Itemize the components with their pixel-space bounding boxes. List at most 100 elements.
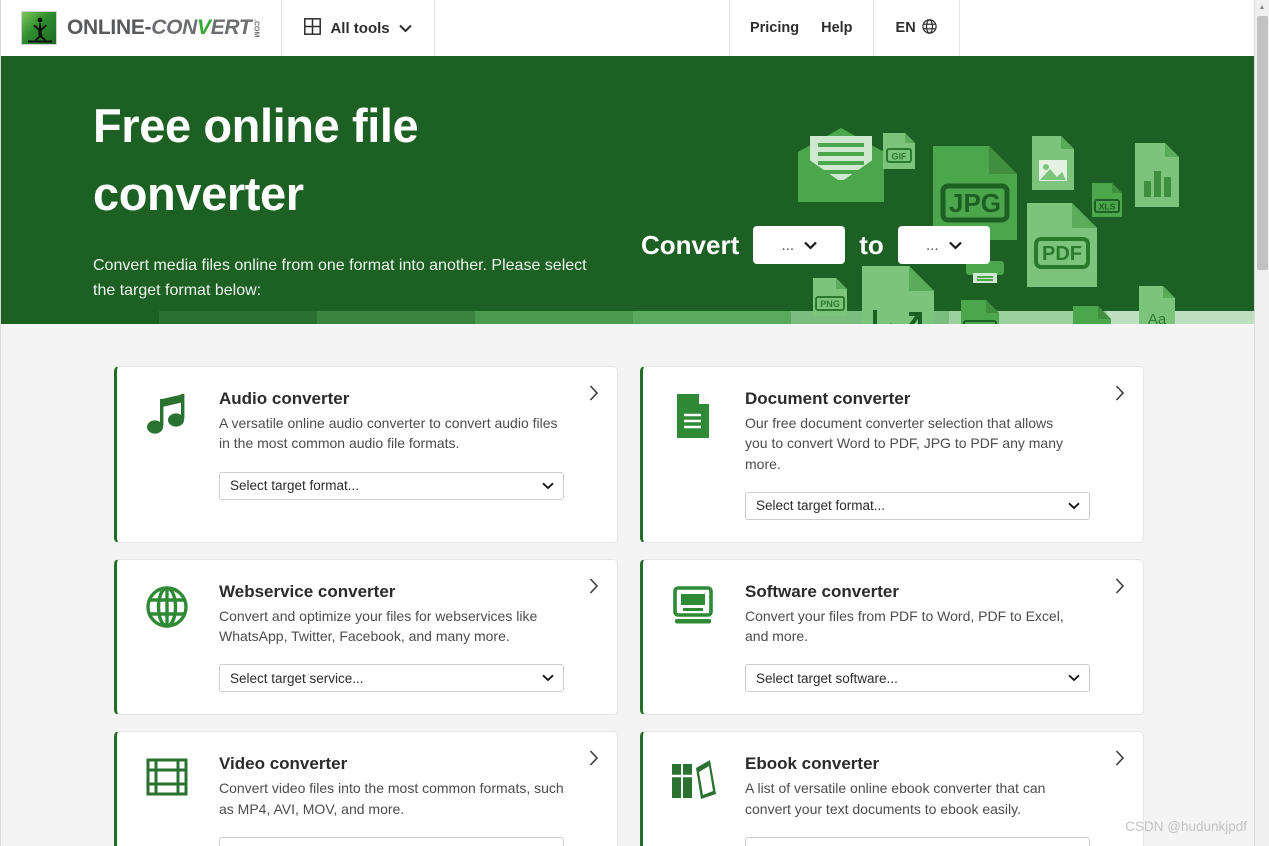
file-pdf-icon: PDF — [1027, 203, 1097, 287]
select-value: Select target service... — [230, 670, 364, 686]
header-links: Pricing Help — [728, 0, 874, 56]
card-title: Software converter — [745, 581, 899, 601]
pricing-link[interactable]: Pricing — [750, 20, 799, 36]
hero-inner: GIF JPG XLS PDF PNG DOCX TIFF Aa Free on… — [1, 56, 1254, 324]
card-body: Document converter Our free document con… — [745, 389, 1121, 520]
card-title: Webservice converter — [219, 581, 396, 601]
card-title: Ebook converter — [745, 754, 880, 774]
chevron-right-icon — [589, 385, 599, 406]
chevron-right-icon — [1115, 385, 1125, 406]
all-tools-label: All tools — [330, 19, 390, 37]
film-strip-icon — [141, 754, 193, 846]
site-header: ONLINE- CON V ERT .COM All tools Pricing Hel… — [1, 0, 1254, 56]
svg-text:PDF: PDF — [1042, 243, 1082, 265]
card-title: Audio converter — [219, 389, 350, 408]
svg-text:Aa: Aa — [1148, 311, 1167, 324]
svg-text:JPG: JPG — [949, 188, 1001, 218]
card-description: Our free document converter selection th… — [745, 415, 1063, 472]
converter-card-ebook[interactable]: Ebook converter A list of versatile onli… — [640, 731, 1144, 846]
card-title: Video converter — [219, 754, 348, 774]
svg-text:DOCX: DOCX — [968, 322, 993, 324]
all-tools-menu[interactable]: All tools — [282, 0, 435, 56]
music-note-icon — [141, 389, 193, 520]
svg-text:PNG: PNG — [820, 299, 840, 309]
logo-text-v: V — [197, 16, 211, 39]
video-target-format-select[interactable]: Select target format... — [219, 837, 564, 846]
globe-icon — [921, 18, 937, 38]
chevron-right-icon — [1115, 578, 1125, 599]
converter-card-grid: Audio converter A versatile online audio… — [1, 324, 1254, 846]
file-font-icon: Aa — [1139, 286, 1175, 324]
logo-text-con: CON — [151, 16, 197, 39]
target-format-value: ... — [926, 236, 939, 254]
source-format-select[interactable]: ... — [753, 226, 846, 264]
chevron-down-icon — [1068, 671, 1080, 685]
audio-target-format-select[interactable]: Select target format... — [219, 471, 564, 500]
header-tail — [960, 0, 1254, 56]
converter-card-webservice[interactable]: Webservice converter Convert and optimiz… — [114, 558, 618, 716]
card-description: Convert and optimize your files for webs… — [219, 607, 538, 645]
language-selector[interactable]: EN — [874, 0, 960, 56]
logo-text-com: .COM — [252, 18, 260, 38]
ebook-target-format-select[interactable]: Select target format... — [745, 837, 1090, 846]
hero-convert-row: Convert ... to ... — [641, 226, 990, 264]
file-image-icon — [1032, 136, 1074, 190]
converter-card-video[interactable]: Video converter Convert video files into… — [114, 731, 618, 846]
language-code: EN — [895, 20, 916, 36]
logo-text-ert: ERT — [210, 16, 252, 39]
file-png-icon: PNG — [813, 278, 847, 316]
browser-viewport: ONLINE- CON V ERT .COM All tools Pricing Hel… — [0, 0, 1269, 846]
document-target-format-select[interactable]: Select target format... — [745, 491, 1090, 520]
card-body: Video converter Convert video files into… — [219, 754, 595, 846]
chevron-down-icon — [542, 671, 554, 685]
hero-banner: GIF JPG XLS PDF PNG DOCX TIFF Aa Free on… — [1, 56, 1254, 324]
select-value: Select target software... — [756, 670, 898, 686]
hero-stripe-bar — [1, 311, 1254, 324]
card-body: Ebook converter A list of versatile onli… — [745, 754, 1121, 846]
header-spacer — [435, 0, 729, 56]
file-gif-icon: GIF — [883, 133, 915, 169]
chevron-down-icon — [542, 479, 554, 493]
svg-text:XLS: XLS — [1099, 202, 1116, 212]
chevron-right-icon — [589, 578, 599, 599]
chevron-down-icon — [948, 237, 962, 254]
globe-icon — [141, 582, 193, 693]
card-description: A list of versatile online ebook convert… — [745, 780, 1046, 817]
books-icon — [667, 754, 719, 846]
site-logo[interactable]: ONLINE- CON V ERT .COM — [1, 0, 283, 56]
logo-wordmark: ONLINE- CON V ERT .COM — [67, 16, 259, 40]
card-description: A versatile online audio converter to co… — [219, 415, 558, 452]
converter-card-document[interactable]: Document converter Our free document con… — [640, 366, 1144, 543]
card-body: Software converter Convert your files fr… — [745, 582, 1121, 693]
scrollbar-thumb[interactable] — [1257, 16, 1268, 270]
file-docx-icon: DOCX — [961, 300, 999, 324]
webservice-target-service-select[interactable]: Select target service... — [219, 664, 564, 693]
file-tiff-icon: TIFF — [1073, 306, 1111, 324]
file-chart-icon — [1135, 143, 1179, 207]
hero-title: Free online file converter — [93, 99, 419, 221]
card-title: Document converter — [745, 389, 911, 408]
card-description: Convert your files from PDF to Word, PDF… — [745, 607, 1064, 645]
target-format-select[interactable]: ... — [897, 226, 990, 264]
chevron-down-icon — [1068, 499, 1080, 513]
svg-text:GIF: GIF — [892, 152, 908, 162]
envelope-icon — [798, 128, 884, 202]
card-description: Convert video files into the most common… — [219, 780, 564, 817]
converter-card-audio[interactable]: Audio converter A versatile online audio… — [114, 366, 618, 543]
chevron-right-icon — [1115, 750, 1125, 771]
select-value: Select target format... — [756, 498, 886, 514]
converter-card-software[interactable]: Software converter Convert your files fr… — [640, 558, 1144, 716]
logo-text-online: ONLINE- — [67, 16, 152, 39]
card-body: Audio converter A versatile online audio… — [219, 389, 595, 520]
source-format-value: ... — [781, 236, 794, 254]
file-graph-icon — [862, 266, 934, 324]
to-label: to — [859, 229, 884, 260]
logo-runner-icon — [21, 11, 57, 45]
hero-subtitle: Convert media files online from one form… — [93, 257, 587, 300]
chevron-down-icon — [398, 20, 412, 37]
software-target-select[interactable]: Select target software... — [745, 664, 1090, 693]
page-root: ONLINE- CON V ERT .COM All tools Pricing Hel… — [0, 0, 1254, 846]
page-scrollbar[interactable]: ▲ — [1254, 0, 1269, 846]
help-link[interactable]: Help — [821, 20, 852, 36]
scroll-up-arrow[interactable]: ▲ — [1255, 0, 1269, 15]
